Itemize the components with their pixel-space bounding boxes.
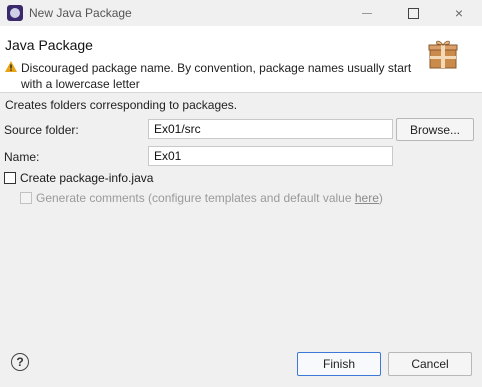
generate-comments-text: Generate comments (configure templates a… <box>36 191 355 205</box>
warning-icon <box>5 61 17 72</box>
create-package-info-checkbox[interactable] <box>4 172 16 184</box>
eclipse-app-icon <box>7 5 23 21</box>
generate-comments-option: Generate comments (configure templates a… <box>20 191 383 205</box>
source-folder-label: Source folder: <box>4 123 79 137</box>
package-icon <box>428 40 458 69</box>
header-banner: Java Package Discouraged package name. B… <box>0 26 482 93</box>
name-label: Name: <box>4 150 40 164</box>
maximize-icon <box>407 7 419 19</box>
close-icon: × <box>454 5 464 21</box>
title-bar: New Java Package × <box>0 0 482 26</box>
minimize-icon <box>362 12 372 14</box>
description-text: Creates folders corresponding to package… <box>5 98 238 112</box>
finish-button[interactable]: Finish <box>297 352 381 376</box>
generate-comments-checkbox <box>20 192 32 204</box>
warning-message: Discouraged package name. By convention,… <box>21 61 412 91</box>
cancel-button[interactable]: Cancel <box>388 352 472 376</box>
source-folder-input[interactable] <box>148 119 393 139</box>
create-package-info-option[interactable]: Create package-info.java <box>4 171 153 185</box>
name-input[interactable] <box>148 146 393 166</box>
generate-comments-suffix: ) <box>378 191 383 205</box>
minimize-button[interactable] <box>344 0 390 26</box>
new-java-package-dialog: New Java Package × Java Package Discoura… <box>0 0 482 387</box>
configure-templates-link[interactable]: here <box>355 191 379 205</box>
generate-comments-label: Generate comments (configure templates a… <box>36 191 383 205</box>
close-button[interactable]: × <box>436 0 482 26</box>
browse-button[interactable]: Browse... <box>396 118 474 141</box>
maximize-button[interactable] <box>390 0 436 26</box>
help-icon[interactable]: ? <box>11 353 29 371</box>
window-title: New Java Package <box>29 6 132 20</box>
create-package-info-label: Create package-info.java <box>20 171 154 185</box>
page-title: Java Package <box>5 37 93 53</box>
